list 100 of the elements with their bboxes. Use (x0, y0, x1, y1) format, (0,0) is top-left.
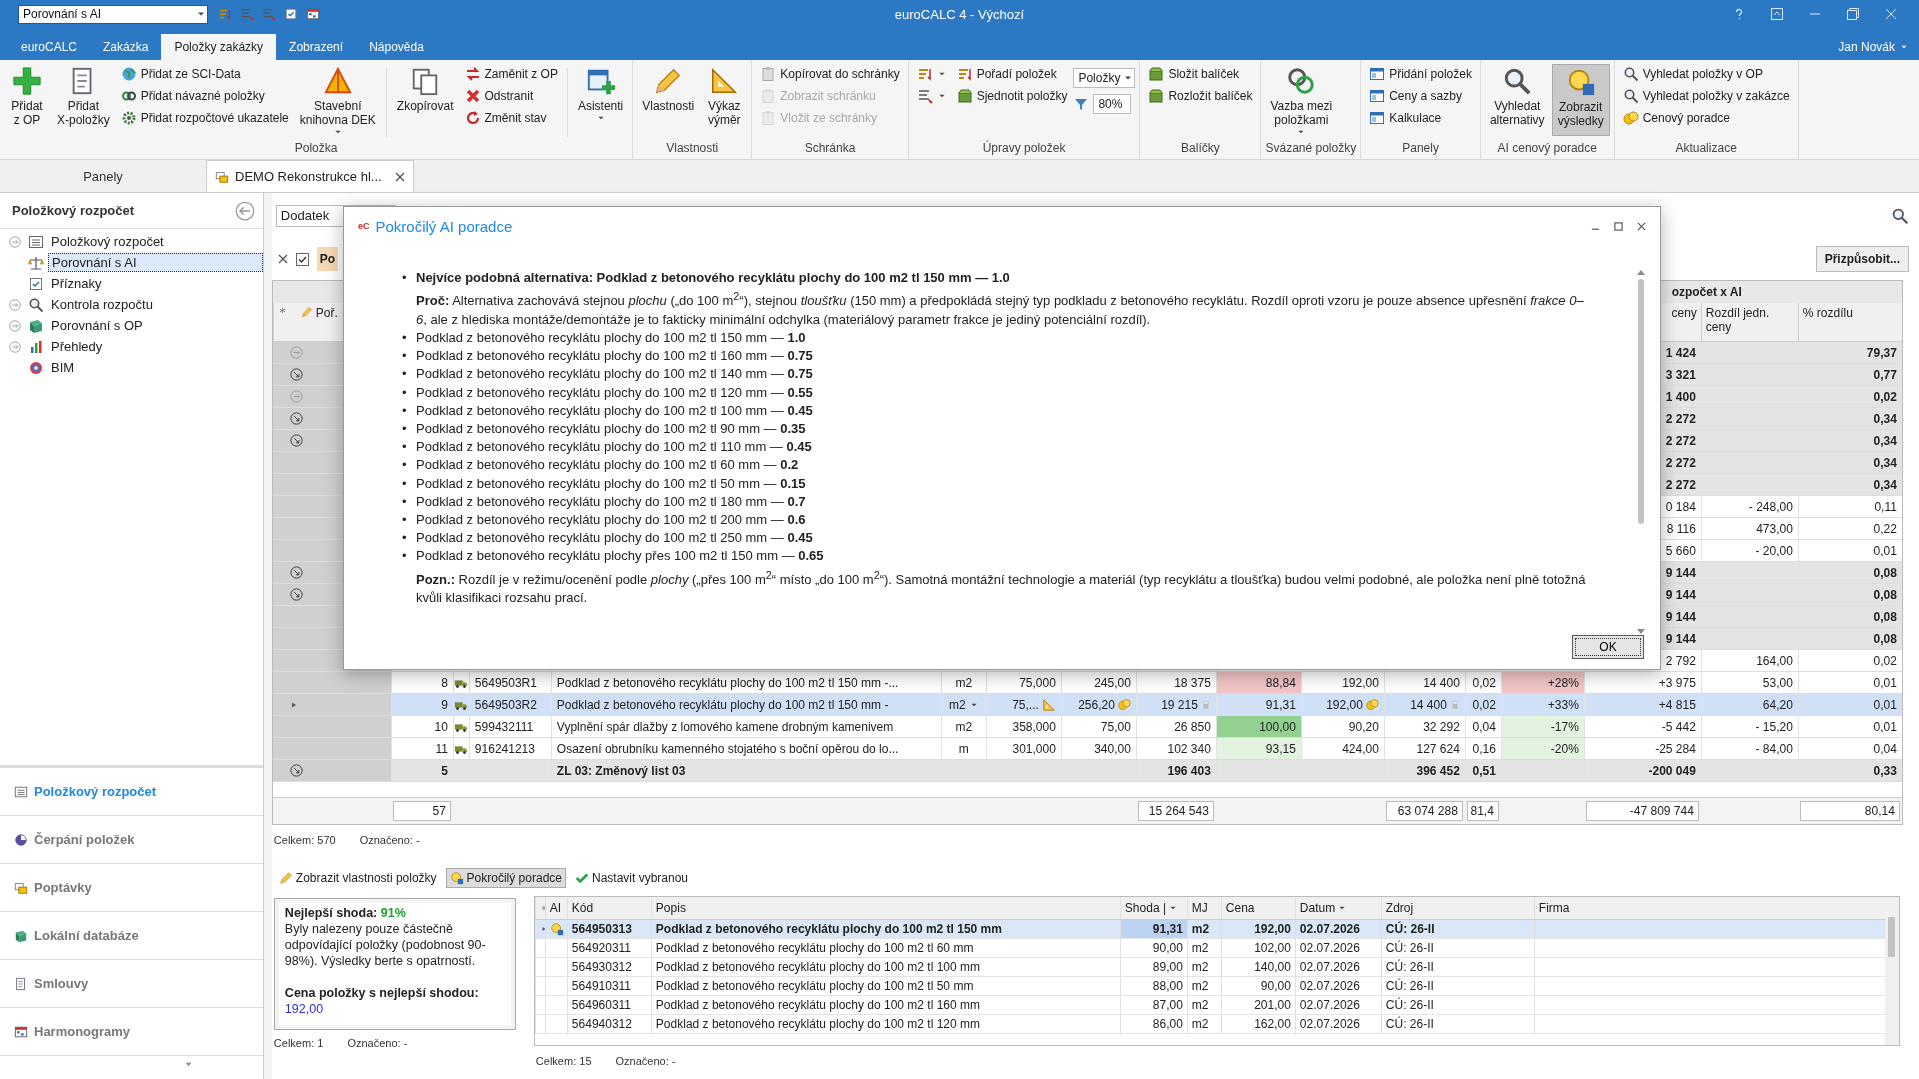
nav-button[interactable]: Harmonogramy (0, 1008, 263, 1056)
toolbar-button[interactable]: Nastavit vybranou (572, 869, 692, 887)
expand-icon[interactable] (8, 234, 22, 249)
toolbar-button[interactable]: Zobrazit vlastnosti položky (275, 869, 440, 887)
items-dropdown[interactable]: Položky (1073, 68, 1136, 88)
nav-button[interactable]: Lokální databáze (0, 912, 263, 960)
ribbon-button[interactable]: Vyhledat položky v OP (1618, 64, 1794, 84)
menu-tab[interactable]: euroCALC (8, 34, 91, 60)
ribbon-button[interactable]: Pořadí položek (952, 64, 1072, 84)
caret-icon[interactable] (183, 1060, 193, 1069)
checkbox-icon[interactable] (284, 7, 298, 21)
ribbon-button[interactable]: Výkaz výměr (701, 64, 748, 136)
ribbon-button[interactable]: Přidat z OP (4, 64, 50, 136)
search-icon[interactable] (1891, 206, 1909, 225)
ribbon-button[interactable]: Kopírovat do schránky (756, 64, 904, 84)
column-header[interactable]: Poř. (300, 306, 338, 320)
column-header[interactable]: Popis (650, 897, 1120, 919)
tree-item[interactable]: Kontrola rozpočtu (48, 296, 156, 313)
column-header[interactable]: Datum (1294, 897, 1381, 919)
zoom-spinner[interactable]: 80% (1093, 94, 1132, 114)
close-icon[interactable] (395, 171, 405, 182)
customize-button[interactable]: Přizpůsobit... (1815, 246, 1909, 272)
scrollbar[interactable] (1884, 897, 1899, 1045)
ribbon-button[interactable]: Zobrazit výsledky (1551, 64, 1610, 136)
column-header[interactable]: Shoda | (1119, 897, 1187, 919)
help-icon[interactable] (1733, 8, 1745, 20)
table-cell: 86,00 (1119, 1015, 1187, 1033)
expand-icon[interactable] (8, 318, 22, 333)
ribbon-button[interactable]: Přidat X-položky (52, 64, 115, 136)
menu-tab[interactable]: Zobrazení (276, 34, 357, 60)
calendar-icon[interactable] (306, 7, 320, 21)
table-cell: +28% (1500, 672, 1584, 693)
back-icon[interactable] (234, 200, 255, 221)
up-arrow-icon[interactable] (1637, 269, 1645, 275)
checkbox[interactable] (295, 252, 309, 266)
ribbon-button[interactable]: Zkopírovat (391, 64, 459, 136)
column-header[interactable]: Firma (1533, 897, 1884, 919)
ribbon-toggle-icon[interactable] (1771, 8, 1783, 20)
ok-button[interactable]: OK (1572, 635, 1644, 659)
tree-item[interactable]: BIM (48, 359, 78, 376)
down-arrow-icon[interactable] (1637, 629, 1645, 635)
collapse-icon[interactable] (288, 565, 304, 580)
scrollbar-thumb[interactable] (1638, 279, 1644, 524)
maximize-icon[interactable] (1614, 221, 1623, 231)
ribbon-button[interactable]: Přidat návazné položky (116, 86, 293, 106)
close-icon[interactable] (1637, 221, 1646, 231)
column-header[interactable]: % rozdílu (1797, 303, 1902, 341)
collapse-icon[interactable] (288, 411, 304, 426)
collapse-icon[interactable] (288, 433, 304, 448)
ribbon-button[interactable]: Přidat rozpočtové ukazatele (116, 108, 293, 128)
ribbon-button[interactable]: Odstranit (460, 86, 562, 106)
table-cell: 564940312 (566, 1015, 651, 1033)
restore-icon[interactable] (1847, 8, 1859, 20)
menu-tab[interactable]: Zakázka (90, 34, 162, 60)
ribbon-button[interactable]: Přidání položek (1365, 64, 1476, 84)
expand-icon[interactable] (8, 297, 22, 312)
close-icon[interactable] (277, 254, 288, 264)
menu-tab[interactable]: Nápověda (356, 34, 437, 60)
ribbon-button[interactable]: Vyhledat položky v zakázce (1618, 86, 1794, 106)
column-header[interactable]: Cena (1220, 897, 1295, 919)
ribbon-button[interactable]: Rozložit balíček (1144, 86, 1257, 106)
ribbon-button[interactable]: Vlastnosti (637, 64, 700, 136)
column-header[interactable]: Kód (566, 897, 651, 919)
toolbar-button[interactable]: Pokročilý poradce (445, 868, 566, 888)
table-cell: CÚ: 26-II (1380, 996, 1534, 1014)
ribbon-button[interactable]: Cenový poradce (1618, 108, 1794, 128)
ribbon-button[interactable]: Přidat ze SCI-Data (116, 64, 293, 84)
nav-button[interactable]: Položkový rozpočet (0, 768, 263, 816)
expand-icon[interactable] (8, 339, 22, 354)
collapse-icon[interactable] (288, 763, 304, 778)
sort-icon[interactable] (218, 7, 232, 21)
menu-tab[interactable]: Položky zakázky (161, 34, 277, 60)
column-header[interactable]: Rozdíl jedn. ceny (1700, 303, 1798, 341)
ribbon-button[interactable]: Kalkulace (1365, 108, 1476, 128)
nav-button[interactable]: Čerpání položek (0, 816, 263, 864)
tree-item[interactable]: Položkový rozpočet (48, 233, 167, 250)
tree-item[interactable]: Příznaky (48, 275, 105, 292)
nav-button[interactable]: Poptávky (0, 864, 263, 912)
tree-item[interactable]: Porovnání s AI (48, 253, 263, 272)
ribbon-button[interactable]: Vyhledat alternativy (1484, 64, 1550, 136)
document-tab[interactable]: DEMO Rekonstrukce hl... (206, 160, 414, 192)
nav-button[interactable]: Smlouvy (0, 960, 263, 1008)
ribbon-button[interactable]: Zaměnit z OP (460, 64, 562, 84)
column-header[interactable]: Zdroj (1380, 897, 1534, 919)
ribbon-button[interactable]: Sjednotit položky (952, 86, 1072, 106)
view-dropdown[interactable]: Porovnání s AI (18, 4, 208, 24)
user-menu[interactable]: Jan Novák (1838, 34, 1909, 60)
tree-item[interactable]: Přehledy (48, 338, 106, 355)
ribbon-button[interactable]: Složit balíček (1144, 64, 1257, 84)
collapse-icon[interactable] (288, 587, 304, 602)
view-tab[interactable]: Po (316, 247, 339, 271)
column-header[interactable]: AI (544, 897, 567, 919)
ribbon-button[interactable]: Vazba mezi položkami (1265, 64, 1338, 136)
collapse-icon[interactable] (288, 367, 304, 382)
ribbon-button[interactable]: Změnit stav (460, 108, 562, 128)
ribbon-button[interactable]: Stavební knihovna DEK (294, 64, 381, 136)
column-header[interactable]: MJ (1186, 897, 1221, 919)
tree-item[interactable]: Porovnání s OP (48, 317, 146, 334)
ribbon-button[interactable]: Ceny a sazby (1365, 86, 1476, 106)
ribbon-button[interactable]: Asistenti (572, 64, 629, 136)
